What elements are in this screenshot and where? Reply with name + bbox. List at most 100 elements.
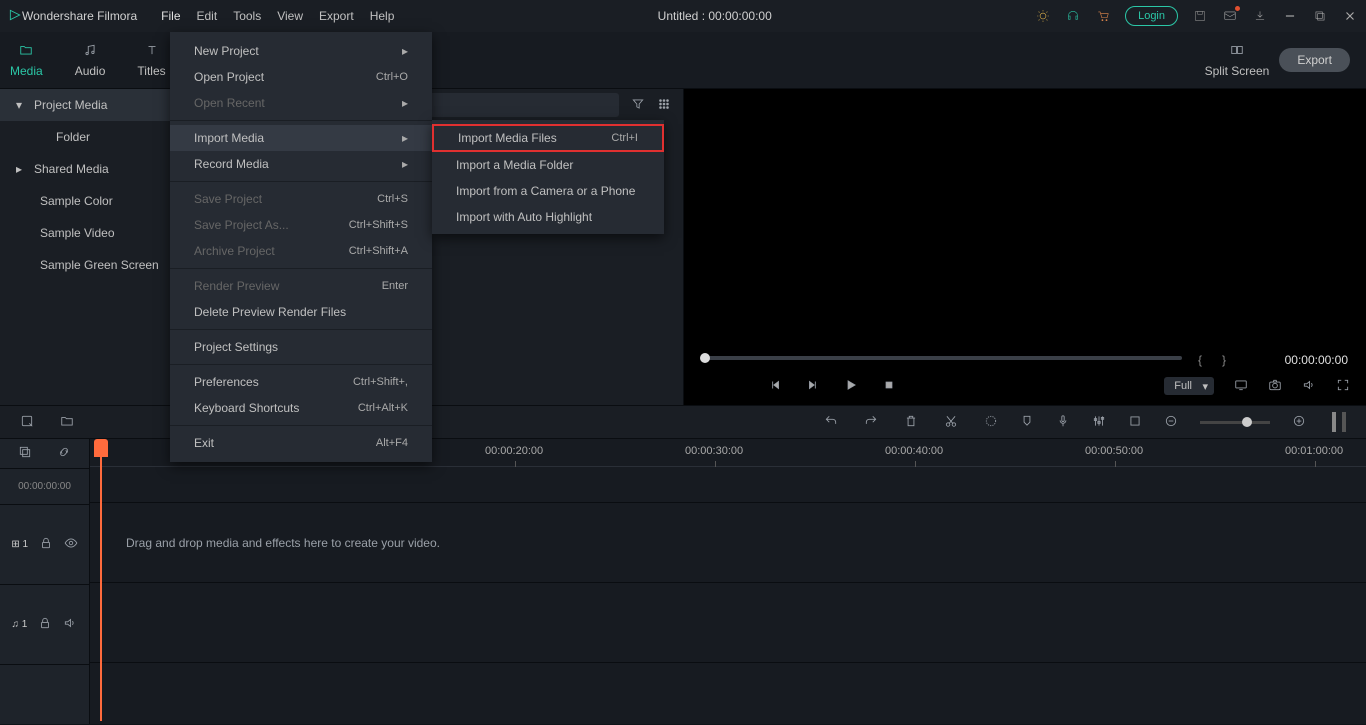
menu-open-project[interactable]: Open ProjectCtrl+O	[170, 64, 432, 90]
menu-view[interactable]: View	[277, 9, 303, 23]
play-icon[interactable]	[844, 378, 858, 395]
folder-icon	[19, 43, 33, 60]
tl-head-tools	[0, 439, 89, 469]
stop-icon[interactable]	[882, 378, 896, 395]
menu-save-as[interactable]: Save Project As...Ctrl+Shift+S	[170, 212, 432, 238]
grid-view-icon[interactable]	[657, 97, 671, 114]
menu-file[interactable]: File	[161, 9, 180, 23]
menu-archive[interactable]: Archive ProjectCtrl+Shift+A	[170, 238, 432, 264]
menu-project-settings[interactable]: Project Settings	[170, 334, 432, 360]
menu-open-recent[interactable]: Open Recent▸	[170, 90, 432, 116]
menu-preferences[interactable]: PreferencesCtrl+Shift+,	[170, 369, 432, 395]
volume-icon[interactable]	[1302, 378, 1316, 395]
tab-label: Titles	[137, 64, 165, 78]
close-icon[interactable]	[1342, 8, 1358, 24]
menu-exit[interactable]: ExitAlt+F4	[170, 430, 432, 456]
track-height-toggle[interactable]	[1328, 412, 1346, 432]
display-icon[interactable]	[1234, 378, 1248, 395]
menu-new-project[interactable]: New Project▸	[170, 38, 432, 64]
tab-titles[interactable]: Titles	[137, 43, 165, 78]
next-frame-icon[interactable]	[806, 378, 820, 395]
tips-icon[interactable]	[1035, 8, 1051, 24]
menu-render-preview[interactable]: Render PreviewEnter	[170, 273, 432, 299]
audio-mixer-icon[interactable]	[1092, 414, 1106, 431]
lock-icon[interactable]	[38, 616, 52, 633]
music-icon	[83, 43, 97, 60]
chevron-right-icon: ▸	[402, 131, 408, 145]
tab-audio[interactable]: Audio	[75, 43, 106, 78]
zoom-in-icon[interactable]	[1292, 414, 1306, 431]
track-label: ⊞ 1	[11, 539, 28, 550]
tab-label: Media	[10, 64, 43, 78]
redo-icon[interactable]	[864, 414, 878, 431]
menu-import-media-folder[interactable]: Import a Media Folder	[432, 152, 664, 178]
menu-tools[interactable]: Tools	[233, 9, 261, 23]
fullscreen-icon[interactable]	[1336, 378, 1350, 395]
speaker-icon[interactable]	[63, 616, 77, 633]
preview-scrubber[interactable]	[702, 356, 1182, 360]
top-menu-bar: Wondershare Filmora File Edit Tools View…	[0, 0, 1366, 32]
playhead[interactable]	[94, 439, 108, 457]
zoom-slider[interactable]	[1200, 421, 1270, 424]
eye-icon[interactable]	[64, 536, 78, 553]
zoom-out-icon[interactable]	[1164, 414, 1178, 431]
video-track-1[interactable]: Drag and drop media and effects here to …	[90, 503, 1366, 583]
voiceover-icon[interactable]	[1056, 414, 1070, 431]
quality-select[interactable]: Full▾	[1164, 377, 1214, 395]
text-icon	[145, 43, 159, 60]
tl-video-track-header: ⊞ 1	[0, 505, 89, 585]
cut-icon[interactable]	[944, 414, 958, 431]
chevron-down-icon: ▾	[16, 98, 26, 112]
chevron-right-icon: ▸	[402, 44, 408, 58]
download-icon[interactable]	[1252, 8, 1268, 24]
new-folder-icon[interactable]	[60, 414, 74, 431]
menu-save-project[interactable]: Save ProjectCtrl+S	[170, 186, 432, 212]
app-title: Wondershare Filmora	[22, 9, 137, 23]
preview-timecode: 00:00:00:00	[1285, 353, 1348, 367]
audio-track-1[interactable]	[90, 583, 1366, 663]
track-add-icon[interactable]	[18, 445, 32, 462]
timeline: 00:00:00:00 ⊞ 1 ♫ 1 00:00:20:00 00:00:30…	[0, 439, 1366, 724]
tl-head-ruler-gap: 00:00:00:00	[0, 469, 89, 505]
split-icon	[1230, 43, 1244, 60]
render-icon[interactable]	[984, 414, 998, 431]
support-icon[interactable]	[1065, 8, 1081, 24]
menu-export[interactable]: Export	[319, 9, 354, 23]
track-link-icon[interactable]	[57, 445, 71, 462]
marker-icon[interactable]	[1020, 414, 1034, 431]
maximize-icon[interactable]	[1312, 8, 1328, 24]
login-button[interactable]: Login	[1125, 6, 1178, 26]
save-icon[interactable]	[1192, 8, 1208, 24]
chevron-right-icon: ▸	[402, 96, 408, 110]
import-media-submenu: Import Media FilesCtrl+I Import a Media …	[432, 120, 664, 234]
menu-edit[interactable]: Edit	[197, 9, 218, 23]
tab-label: Audio	[75, 64, 106, 78]
menu-record-media[interactable]: Record Media▸	[170, 151, 432, 177]
menu-import-camera[interactable]: Import from a Camera or a Phone	[432, 178, 664, 204]
menu-help[interactable]: Help	[370, 9, 395, 23]
prev-frame-icon[interactable]	[768, 378, 782, 395]
menu-import-auto-highlight[interactable]: Import with Auto Highlight	[432, 204, 664, 230]
project-title: Untitled : 00:00:00:00	[394, 9, 1035, 23]
lock-icon[interactable]	[39, 536, 53, 553]
cart-icon[interactable]	[1095, 8, 1111, 24]
menu-delete-render[interactable]: Delete Preview Render Files	[170, 299, 432, 325]
add-to-timeline-icon[interactable]	[20, 414, 34, 431]
tab-split-screen[interactable]: Split Screen	[1205, 43, 1270, 78]
undo-icon[interactable]	[824, 414, 838, 431]
snapshot-icon[interactable]	[1268, 378, 1282, 395]
tl-audio-track-header: ♫ 1	[0, 585, 89, 665]
menu-bar: File Edit Tools View Export Help	[161, 9, 394, 23]
menu-import-media[interactable]: Import Media▸	[170, 125, 432, 151]
delete-icon[interactable]	[904, 414, 918, 431]
crop-icon[interactable]	[1128, 414, 1142, 431]
menu-keyboard-shortcuts[interactable]: Keyboard ShortcutsCtrl+Alt+K	[170, 395, 432, 421]
menu-import-media-files[interactable]: Import Media FilesCtrl+I	[432, 124, 664, 152]
tab-label: Split Screen	[1205, 64, 1270, 78]
message-icon[interactable]	[1222, 8, 1238, 24]
filter-icon[interactable]	[631, 97, 645, 114]
tab-media[interactable]: Media	[10, 43, 43, 78]
export-button[interactable]: Export	[1279, 48, 1350, 72]
minimize-icon[interactable]	[1282, 8, 1298, 24]
chevron-right-icon: ▸	[402, 157, 408, 171]
